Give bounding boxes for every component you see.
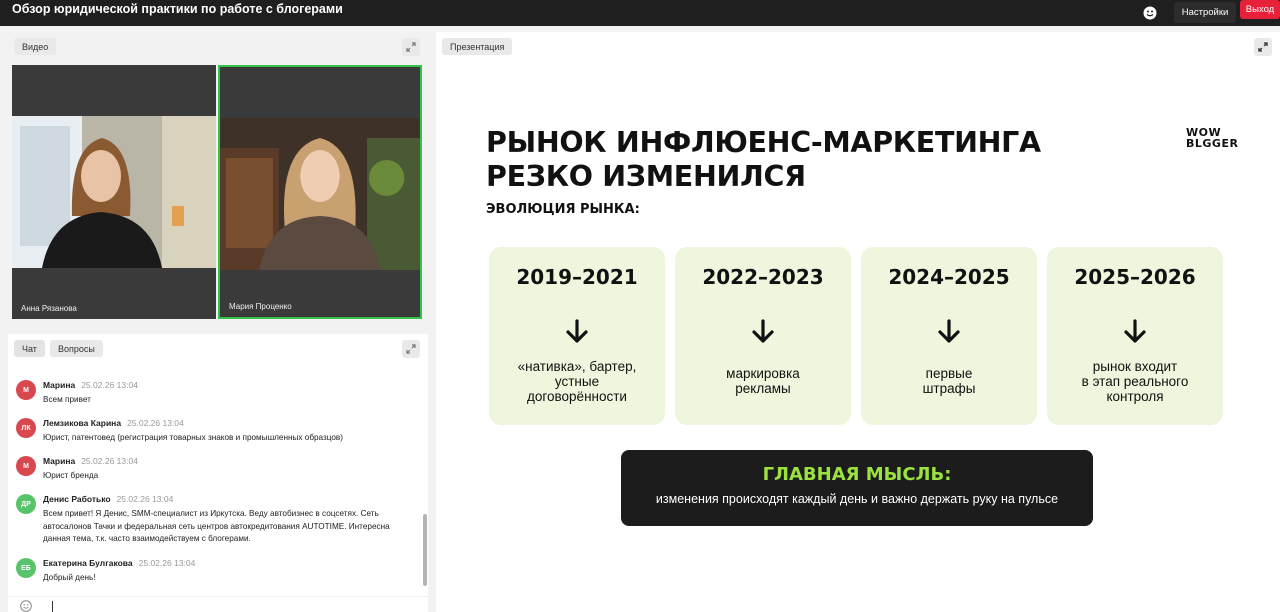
timeline-card: 2022–2023 маркировка рекламы (675, 247, 851, 425)
chat-message-list[interactable]: М Марина 25.02.26 13:04 Всем привет ЛК Ле… (8, 372, 422, 594)
top-bar: Обзор юридической практики по работе с б… (0, 0, 1280, 26)
card-years: 2019–2021 (516, 265, 638, 289)
message-time: 25.02.26 13:04 (116, 494, 174, 504)
avatar: ЕБ (16, 558, 36, 578)
participant-name: Мария Проценко (224, 300, 297, 313)
expand-presentation-button[interactable] (1254, 38, 1272, 56)
message-author: Лемзикова Карина 25.02.26 13:04 (43, 418, 184, 428)
emoji-picker-icon[interactable] (20, 600, 32, 612)
avatar: ЛК (16, 418, 36, 438)
presentation-slide: РЫНОК ИНФЛЮЕНС-МАРКЕТИНГА РЕЗКО ИЗМЕНИЛС… (444, 94, 1280, 562)
avatar: М (16, 456, 36, 476)
tab-questions[interactable]: Вопросы (50, 340, 103, 357)
main-idea-text: изменения происходят каждый день и важно… (655, 492, 1059, 506)
participant-video-frame (220, 118, 420, 270)
slide-subtitle: ЭВОЛЮЦИЯ РЫНКА: (486, 202, 640, 217)
message-time: 25.02.26 13:04 (138, 558, 196, 568)
expand-icon (406, 344, 416, 354)
message-time: 25.02.26 13:04 (81, 456, 138, 466)
participant-name: Анна Рязанова (16, 302, 82, 315)
event-title: Обзор юридической практики по работе с б… (12, 2, 343, 16)
timeline-card: 2025–2026 рынок входит в этап реального … (1047, 247, 1223, 425)
text-cursor (52, 601, 53, 612)
settings-button[interactable]: Настройки (1174, 2, 1236, 23)
expand-icon (406, 42, 416, 52)
brand-logo: WOW BLGGER (1186, 126, 1239, 150)
card-years: 2022–2023 (702, 265, 824, 289)
tab-video[interactable]: Видео (14, 38, 57, 55)
card-description: «нативка», бартер, устные договорённости (517, 358, 637, 404)
video-tile-participant-2[interactable]: Мария Проценко (218, 65, 422, 319)
message-text: Всем привет (43, 395, 91, 404)
arrow-down-icon (566, 319, 588, 343)
message-text: Юрист бренда (43, 471, 99, 480)
message-time: 25.02.26 13:04 (81, 380, 138, 390)
exit-button[interactable]: Выход (1240, 0, 1280, 19)
message-author: Денис Работько 25.02.26 13:04 (43, 494, 174, 504)
chat-input[interactable] (8, 596, 428, 612)
chat-panel: Чат Вопросы М Марина 25.02.26 13:04 Всем … (8, 334, 428, 612)
message-author: Марина 25.02.26 13:04 (43, 456, 138, 466)
message-text: Добрый день! (43, 573, 96, 582)
avatar: ДР (16, 494, 36, 514)
arrow-down-icon (938, 319, 960, 343)
card-description: маркировка рекламы (726, 366, 800, 396)
arrow-down-icon (752, 319, 774, 343)
message-author: Марина 25.02.26 13:04 (43, 380, 138, 390)
main-idea-box: ГЛАВНАЯ МЫСЛЬ: изменения происходят кажд… (621, 450, 1093, 526)
tab-presentation[interactable]: Презентация (442, 38, 513, 55)
timeline-card: 2024–2025 первые штрафы (861, 247, 1037, 425)
arrow-down-icon (1124, 319, 1146, 343)
card-years: 2025–2026 (1074, 265, 1196, 289)
chat-scrollbar[interactable] (423, 514, 427, 586)
presentation-panel: Презентация РЫНОК ИНФЛЮЕНС-МАРКЕТИНГА РЕ… (436, 32, 1280, 612)
message-text: Всем привет! Я Денис, SMM-специалист из … (43, 509, 390, 543)
message-text: Юрист, патентовед (регистрация товарных … (43, 433, 344, 442)
expand-chat-button[interactable] (402, 340, 420, 358)
slide-title: РЫНОК ИНФЛЮЕНС-МАРКЕТИНГА РЕЗКО ИЗМЕНИЛС… (486, 126, 1041, 193)
participant-video-frame (12, 116, 216, 268)
expand-video-button[interactable] (402, 38, 420, 56)
smiley-icon (1143, 6, 1157, 20)
expand-icon (1258, 42, 1268, 52)
avatar: М (16, 380, 36, 400)
tab-chat[interactable]: Чат (14, 340, 45, 357)
video-tile-participant-1[interactable]: Анна Рязанова (12, 65, 216, 319)
main-idea-title: ГЛАВНАЯ МЫСЛЬ: (762, 464, 952, 485)
card-years: 2024–2025 (888, 265, 1010, 289)
reaction-button[interactable] (1138, 1, 1162, 25)
video-panel: Видео Анна Рязанова Мария Проценко (8, 32, 428, 324)
message-time: 25.02.26 13:04 (127, 418, 184, 428)
message-author: Екатерина Булгакова 25.02.26 13:04 (43, 558, 196, 568)
timeline-card: 2019–2021 «нативка», бартер, устные дого… (489, 247, 665, 425)
card-description: первые штрафы (922, 366, 976, 396)
card-description: рынок входит в этап реального контроля (1081, 358, 1189, 404)
